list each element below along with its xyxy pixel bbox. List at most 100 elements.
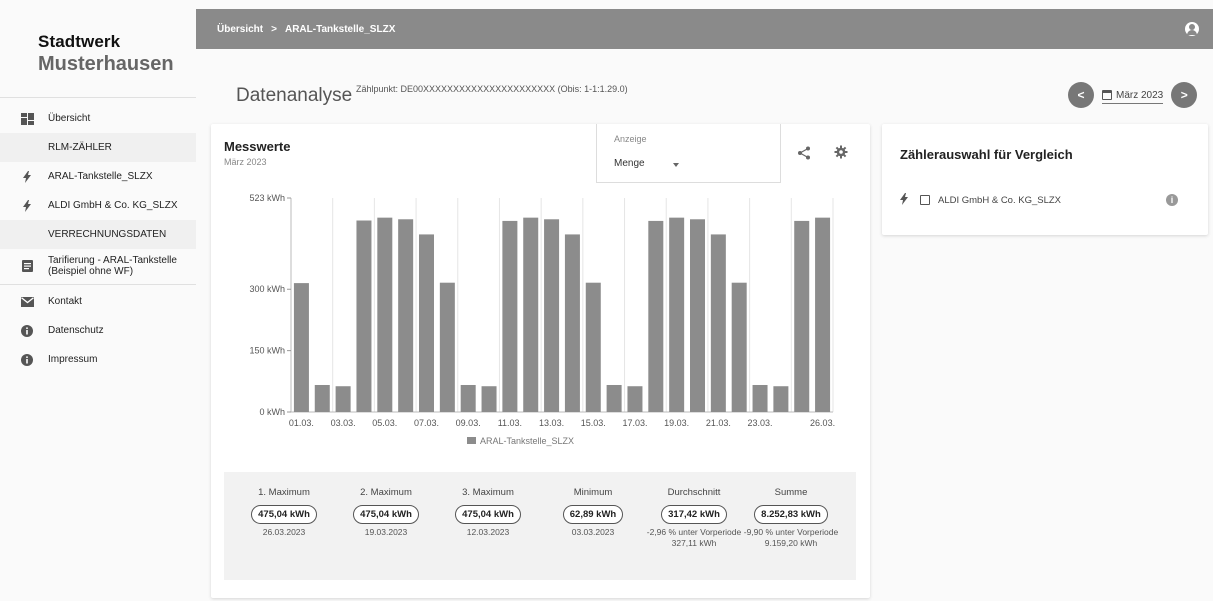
stat-value: 475,04 kWh xyxy=(251,505,317,524)
document-icon xyxy=(20,259,34,273)
sidebar-item-impressum[interactable]: Impressum xyxy=(0,345,196,374)
next-month-button[interactable]: > xyxy=(1171,82,1198,108)
consumption-bar-chart: 0 kWh 150 kWh 300 kWh 523 kWh 01.03. 03.03. 05… xyxy=(249,193,835,446)
sidebar-item-label: Übersicht xyxy=(48,113,91,124)
chart-x-tick-label: 26.03. xyxy=(810,418,835,428)
section-rlm-zaehler: RLM-ZÄHLER xyxy=(0,133,196,162)
stat-maximum-2: 2. Maximum 475,04 kWh 19.03.2023 xyxy=(336,487,436,538)
statistics-panel: 1. Maximum 475,04 kWh 26.03.2023 2. Maxi… xyxy=(224,472,856,580)
mail-icon xyxy=(20,295,34,309)
sidebar-divider xyxy=(0,97,196,98)
info-icon[interactable]: i xyxy=(1166,194,1178,206)
chart-x-tick-label: 11.03. xyxy=(498,418,522,428)
sidebar-item-label: ALDI GmbH & Co. KG_SLZX xyxy=(48,200,178,211)
chart-x-tick-label: 21.03. xyxy=(706,418,731,428)
user-account-icon[interactable] xyxy=(1185,22,1199,36)
stat-sub: -9,90 % unter Vorperiode 9.159,20 kWh xyxy=(743,527,839,548)
section-label: VERRECHNUNGSDATEN xyxy=(48,229,167,240)
stat-maximum-3: 3. Maximum 475,04 kWh 12.03.2023 xyxy=(438,487,538,538)
stat-title: Summe xyxy=(774,487,808,498)
chart-y-tick-label: 300 kWh xyxy=(249,284,285,294)
stat-sub: 03.03.2023 xyxy=(571,527,615,537)
breadcrumb-home[interactable]: Übersicht xyxy=(217,24,263,35)
chart-x-tick-label: 19.03. xyxy=(664,418,689,428)
info-icon xyxy=(20,324,34,338)
sidebar-item-label: Datenschutz xyxy=(48,325,104,336)
chart-x-tick-label: 09.03. xyxy=(456,418,481,428)
chart-y-tick-label: 150 kWh xyxy=(249,346,285,356)
sidebar-nav: Übersicht RLM-ZÄHLER ARAL-Tankstelle_SLZ… xyxy=(0,104,196,374)
previous-month-button[interactable]: < xyxy=(1068,82,1094,108)
chart-x-tick-label: 07.03. xyxy=(414,418,439,428)
chart-bar xyxy=(669,217,685,412)
sidebar-item-datenschutz[interactable]: Datenschutz xyxy=(0,316,196,345)
chart-legend-label: ARAL-Tankstelle_SLZX xyxy=(480,436,574,446)
chart-x-tick-label: 15.03. xyxy=(581,418,606,428)
stat-title: Minimum xyxy=(573,487,613,498)
chart-bar xyxy=(606,384,622,412)
chart-bar xyxy=(564,234,580,412)
sidebar-divider xyxy=(0,284,196,285)
section-label: RLM-ZÄHLER xyxy=(48,142,112,153)
stat-value: 475,04 kWh xyxy=(455,505,521,524)
chart-bar xyxy=(648,220,664,412)
sidebar-item-label: Tarifierung - ARAL-Tankstelle (Beispiel … xyxy=(48,254,177,277)
month-picker[interactable]: März 2023 xyxy=(1102,87,1164,104)
chart-bar xyxy=(710,234,726,412)
chart-bar xyxy=(773,386,789,412)
chart-bar xyxy=(731,282,747,412)
breadcrumb: Übersicht > ARAL-Tankstelle_SLZX xyxy=(217,24,395,35)
breadcrumb-current: ARAL-Tankstelle_SLZX xyxy=(284,23,396,35)
sidebar: Stadtwerk Musterhausen Übersicht RLM-ZÄH… xyxy=(0,0,196,601)
chart-x-tick-label: 05.03. xyxy=(372,418,397,428)
chart-bar xyxy=(481,386,497,412)
chart-bar xyxy=(544,219,560,412)
stat-title: 2. Maximum xyxy=(360,487,412,498)
stat-sub: 12.03.2023 xyxy=(466,527,510,537)
meter-compare-card: Zählerauswahl für Vergleich ALDI GmbH & … xyxy=(882,124,1208,235)
stat-value: 475,04 kWh xyxy=(353,505,419,524)
chart-y-tick-label: 523 kWh xyxy=(249,193,285,203)
stat-durchschnitt: Durchschnitt 317,42 kWh -2,96 % unter Vo… xyxy=(644,487,744,549)
stat-title: 3. Maximum xyxy=(462,487,514,498)
section-verrechnungsdaten: VERRECHNUNGSDATEN xyxy=(0,220,196,249)
breadcrumb-separator: > xyxy=(271,23,277,35)
brand-line-1: Stadtwerk xyxy=(38,32,121,51)
sidebar-item-aral[interactable]: ARAL-Tankstelle_SLZX xyxy=(0,162,196,191)
chart-bar xyxy=(460,384,476,412)
lightning-icon xyxy=(900,192,908,208)
lightning-icon xyxy=(20,170,34,184)
zaehlpunkt-info: Zählpunkt: DE00XXXXXXXXXXXXXXXXXXXXXX (O… xyxy=(356,84,628,94)
sidebar-item-label: Impressum xyxy=(48,354,98,365)
stat-value: 8.252,83 kWh xyxy=(754,505,828,524)
chart-bar xyxy=(419,234,434,412)
chart-x-tick-label: 13.03. xyxy=(539,418,564,428)
sidebar-item-tarifierung[interactable]: Tarifierung - ARAL-Tankstelle (Beispiel … xyxy=(0,249,196,282)
chart-x-tick-label: 23.03. xyxy=(748,418,773,428)
lightning-icon xyxy=(20,199,34,213)
chart-bar xyxy=(335,386,351,412)
date-navigation: < März 2023 > xyxy=(1068,82,1198,108)
chart-bar xyxy=(502,220,518,412)
stat-value: 62,89 kWh xyxy=(562,505,624,524)
top-bar: Übersicht > ARAL-Tankstelle_SLZX xyxy=(196,9,1213,49)
chart-bar xyxy=(523,217,539,412)
chart-bar xyxy=(439,282,455,412)
sidebar-item-kontakt[interactable]: Kontakt xyxy=(0,287,196,316)
compare-checkbox[interactable] xyxy=(920,195,930,205)
sidebar-item-uebersicht[interactable]: Übersicht xyxy=(0,104,196,133)
compare-meter-row[interactable]: ALDI GmbH & Co. KG_SLZX i xyxy=(900,192,1190,208)
chart-bar xyxy=(314,384,330,412)
stat-maximum-1: 1. Maximum 475,04 kWh 26.03.2023 xyxy=(234,487,334,538)
stat-summe: Summe 8.252,83 kWh -9,90 % unter Vorperi… xyxy=(741,487,841,549)
info-icon xyxy=(20,353,34,367)
sidebar-item-label: Kontakt xyxy=(48,296,82,307)
compare-title: Zählerauswahl für Vergleich xyxy=(900,147,1073,162)
chart-bar xyxy=(794,220,810,412)
chart-bar xyxy=(585,282,601,412)
stat-sub: 19.03.2023 xyxy=(364,527,408,537)
chart-y-tick-label: 0 kWh xyxy=(259,407,285,417)
sidebar-item-aldi[interactable]: ALDI GmbH & Co. KG_SLZX xyxy=(0,191,196,220)
brand-logo[interactable]: Stadtwerk Musterhausen xyxy=(38,32,174,76)
chart-x-tick-label: 01.03. xyxy=(289,418,314,428)
